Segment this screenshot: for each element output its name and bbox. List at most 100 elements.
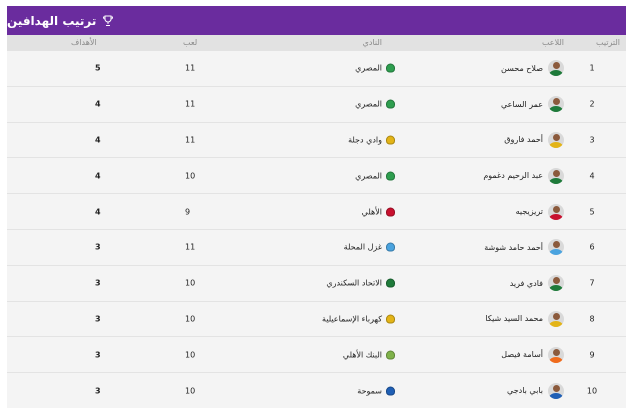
player-name: أسامة فيصل [501, 350, 543, 360]
player-cell[interactable]: صلاح محسن [501, 60, 564, 77]
table-row[interactable]: 2 عمر الساعي المصري 11 4 [7, 87, 626, 123]
avatar [548, 203, 564, 220]
page-title: ترتيب الهدافين [7, 13, 97, 28]
club-badge-icon [386, 63, 395, 73]
matches-played: 11 [185, 135, 196, 145]
column-header-goals[interactable]: الأهداف [71, 38, 97, 47]
table-row[interactable]: 1 صلاح محسن المصري 11 5 [7, 51, 626, 87]
player-name: بابي بادجي [507, 386, 543, 396]
club-badge-icon [386, 350, 395, 360]
player-name: تريزيجيه [515, 207, 543, 217]
column-header-played[interactable]: لعب [183, 38, 197, 47]
player-cell[interactable]: أحمد فاروق [504, 131, 564, 148]
rank-number: 3 [589, 135, 595, 145]
club-cell[interactable]: سموحة [357, 386, 395, 396]
club-name: كهرباء الإسماعيلية [322, 314, 382, 324]
table-row[interactable]: 6 أحمد حامد شوشة غزل المحلة 11 3 [7, 230, 626, 266]
club-cell[interactable]: الاتحاد السكندري [326, 278, 395, 288]
rank-number: 8 [589, 314, 595, 324]
player-cell[interactable]: محمد السيد شيكا [485, 310, 564, 327]
matches-played: 11 [185, 242, 196, 252]
avatar [548, 275, 564, 292]
goals-count: 3 [95, 350, 101, 360]
matches-played: 10 [185, 171, 196, 181]
club-badge-icon [386, 171, 395, 181]
club-badge-icon [386, 314, 395, 324]
rank-number: 2 [589, 99, 595, 109]
club-cell[interactable]: المصري [355, 63, 395, 73]
player-cell[interactable]: عبد الرحيم دغموم [483, 167, 564, 184]
goals-count: 5 [95, 63, 101, 73]
club-cell[interactable]: البنك الأهلي [342, 350, 395, 360]
goals-count: 4 [95, 171, 101, 181]
matches-played: 10 [185, 314, 196, 324]
rank-number: 6 [589, 242, 595, 252]
matches-played: 9 [185, 207, 191, 217]
club-cell[interactable]: الأهلي [361, 207, 395, 217]
goals-count: 3 [95, 278, 101, 288]
club-name: البنك الأهلي [342, 350, 382, 360]
column-header-row: الترتيب اللاعب النادي لعب الأهداف [7, 35, 626, 51]
avatar [548, 310, 564, 327]
player-name: فادي فريد [509, 278, 543, 288]
rank-number: 1 [589, 63, 595, 73]
player-cell[interactable]: تريزيجيه [515, 203, 564, 220]
scorers-card: ترتيب الهدافين الترتيب اللاعب النادي لعب… [7, 6, 626, 408]
player-cell[interactable]: بابي بادجي [507, 382, 564, 399]
club-cell[interactable]: المصري [355, 171, 395, 181]
rank-number: 10 [586, 386, 598, 396]
club-name: المصري [355, 63, 382, 73]
table-row[interactable]: 9 أسامة فيصل البنك الأهلي 10 3 [7, 337, 626, 374]
trophy-icon [102, 15, 114, 27]
table-row[interactable]: 3 أحمد فاروق وادي دجلة 11 4 [7, 123, 626, 159]
table-row[interactable]: 7 فادي فريد الاتحاد السكندري 10 3 [7, 266, 626, 302]
club-cell[interactable]: المصري [355, 99, 395, 109]
club-badge-icon [386, 278, 395, 288]
club-cell[interactable]: غزل المحلة [343, 242, 395, 252]
player-name: صلاح محسن [501, 63, 543, 73]
goals-count: 3 [95, 242, 101, 252]
club-name: سموحة [357, 386, 382, 396]
table-row[interactable]: 10 بابي بادجي سموحة 10 3 [7, 373, 626, 408]
column-header-rank[interactable]: الترتيب [596, 38, 620, 47]
matches-played: 11 [185, 99, 196, 109]
avatar [548, 346, 564, 363]
goals-count: 4 [95, 135, 101, 145]
avatar [548, 167, 564, 184]
table-row[interactable]: 8 محمد السيد شيكا كهرباء الإسماعيلية 10 … [7, 302, 626, 338]
goals-count: 3 [95, 314, 101, 324]
table-row[interactable]: 4 عبد الرحيم دغموم المصري 10 4 [7, 158, 626, 195]
avatar [548, 382, 564, 399]
card-header: ترتيب الهدافين [7, 6, 626, 35]
club-name: الاتحاد السكندري [326, 278, 382, 288]
column-header-player[interactable]: اللاعب [542, 38, 564, 47]
table-row[interactable]: 5 تريزيجيه الأهلي 9 4 [7, 194, 626, 230]
avatar [548, 60, 564, 77]
avatar [548, 131, 564, 148]
goals-count: 4 [95, 207, 101, 217]
club-cell[interactable]: كهرباء الإسماعيلية [322, 314, 395, 324]
scorers-list: 1 صلاح محسن المصري 11 5 2 عمر الساعي الم… [7, 51, 626, 408]
club-name: المصري [355, 171, 382, 181]
club-badge-icon [386, 207, 395, 217]
avatar [548, 239, 564, 256]
club-name: وادي دجلة [348, 135, 382, 145]
column-header-club[interactable]: النادي [363, 38, 382, 47]
player-name: محمد السيد شيكا [485, 314, 543, 324]
goals-count: 4 [95, 99, 101, 109]
matches-played: 11 [185, 63, 196, 73]
club-name: غزل المحلة [343, 242, 382, 252]
club-name: الأهلي [361, 207, 382, 217]
player-name: عبد الرحيم دغموم [483, 171, 543, 181]
player-cell[interactable]: أحمد حامد شوشة [484, 239, 564, 256]
club-name: المصري [355, 99, 382, 109]
player-cell[interactable]: عمر الساعي [500, 96, 564, 113]
matches-played: 10 [185, 386, 196, 396]
matches-played: 10 [185, 350, 196, 360]
player-name: عمر الساعي [500, 99, 543, 109]
player-name: أحمد حامد شوشة [484, 242, 543, 252]
goals-count: 3 [95, 386, 101, 396]
player-cell[interactable]: فادي فريد [509, 275, 564, 292]
player-cell[interactable]: أسامة فيصل [501, 346, 564, 363]
club-cell[interactable]: وادي دجلة [348, 135, 395, 145]
